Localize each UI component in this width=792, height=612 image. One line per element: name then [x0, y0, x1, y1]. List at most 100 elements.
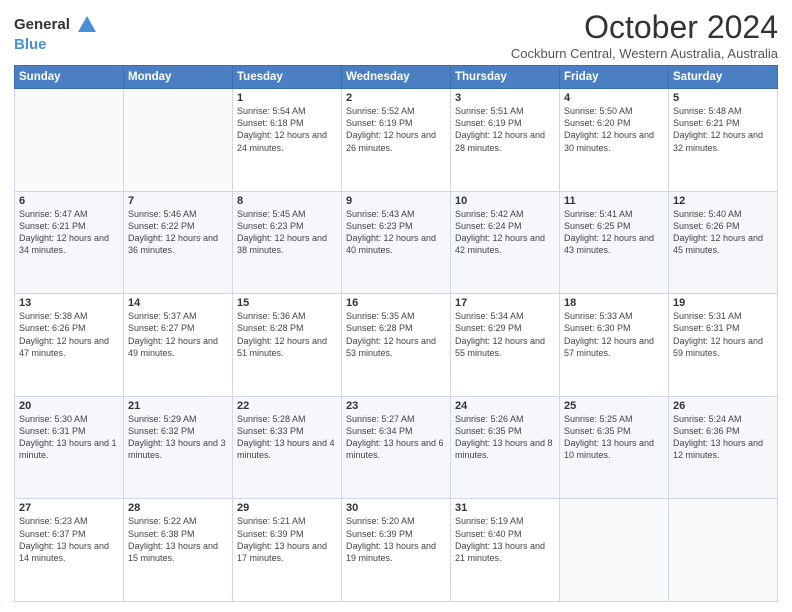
day-number: 16	[346, 297, 446, 309]
day-info: Sunrise: 5:36 AM Sunset: 6:28 PM Dayligh…	[237, 310, 337, 359]
day-info: Sunrise: 5:41 AM Sunset: 6:25 PM Dayligh…	[564, 208, 664, 257]
day-info: Sunrise: 5:33 AM Sunset: 6:30 PM Dayligh…	[564, 310, 664, 359]
day-info: Sunrise: 5:24 AM Sunset: 6:36 PM Dayligh…	[673, 413, 773, 462]
col-header-wednesday: Wednesday	[342, 66, 451, 89]
logo-blue: Blue	[14, 36, 47, 53]
day-info: Sunrise: 5:52 AM Sunset: 6:19 PM Dayligh…	[346, 105, 446, 154]
day-info: Sunrise: 5:51 AM Sunset: 6:19 PM Dayligh…	[455, 105, 555, 154]
day-info: Sunrise: 5:26 AM Sunset: 6:35 PM Dayligh…	[455, 413, 555, 462]
cell-3-6: 26Sunrise: 5:24 AM Sunset: 6:36 PM Dayli…	[669, 396, 778, 499]
cell-2-1: 14Sunrise: 5:37 AM Sunset: 6:27 PM Dayli…	[124, 294, 233, 397]
cell-1-3: 9Sunrise: 5:43 AM Sunset: 6:23 PM Daylig…	[342, 191, 451, 294]
month-title: October 2024	[511, 10, 778, 45]
logo-icon	[76, 14, 98, 36]
week-row-1: 6Sunrise: 5:47 AM Sunset: 6:21 PM Daylig…	[15, 191, 778, 294]
cell-4-3: 30Sunrise: 5:20 AM Sunset: 6:39 PM Dayli…	[342, 499, 451, 602]
cell-4-1: 28Sunrise: 5:22 AM Sunset: 6:38 PM Dayli…	[124, 499, 233, 602]
day-number: 9	[346, 195, 446, 207]
day-number: 7	[128, 195, 228, 207]
cell-1-5: 11Sunrise: 5:41 AM Sunset: 6:25 PM Dayli…	[560, 191, 669, 294]
day-info: Sunrise: 5:46 AM Sunset: 6:22 PM Dayligh…	[128, 208, 228, 257]
day-info: Sunrise: 5:25 AM Sunset: 6:35 PM Dayligh…	[564, 413, 664, 462]
day-number: 3	[455, 92, 555, 104]
day-number: 6	[19, 195, 119, 207]
col-header-monday: Monday	[124, 66, 233, 89]
day-number: 12	[673, 195, 773, 207]
day-number: 22	[237, 400, 337, 412]
day-number: 19	[673, 297, 773, 309]
cell-1-4: 10Sunrise: 5:42 AM Sunset: 6:24 PM Dayli…	[451, 191, 560, 294]
day-number: 24	[455, 400, 555, 412]
cell-0-2: 1Sunrise: 5:54 AM Sunset: 6:18 PM Daylig…	[233, 89, 342, 192]
cell-4-4: 31Sunrise: 5:19 AM Sunset: 6:40 PM Dayli…	[451, 499, 560, 602]
day-number: 27	[19, 502, 119, 514]
day-info: Sunrise: 5:54 AM Sunset: 6:18 PM Dayligh…	[237, 105, 337, 154]
week-row-3: 20Sunrise: 5:30 AM Sunset: 6:31 PM Dayli…	[15, 396, 778, 499]
day-number: 29	[237, 502, 337, 514]
cell-2-6: 19Sunrise: 5:31 AM Sunset: 6:31 PM Dayli…	[669, 294, 778, 397]
day-number: 1	[237, 92, 337, 104]
day-info: Sunrise: 5:38 AM Sunset: 6:26 PM Dayligh…	[19, 310, 119, 359]
header-row: SundayMondayTuesdayWednesdayThursdayFrid…	[15, 66, 778, 89]
cell-2-3: 16Sunrise: 5:35 AM Sunset: 6:28 PM Dayli…	[342, 294, 451, 397]
day-number: 28	[128, 502, 228, 514]
day-info: Sunrise: 5:29 AM Sunset: 6:32 PM Dayligh…	[128, 413, 228, 462]
cell-1-1: 7Sunrise: 5:46 AM Sunset: 6:22 PM Daylig…	[124, 191, 233, 294]
day-info: Sunrise: 5:40 AM Sunset: 6:26 PM Dayligh…	[673, 208, 773, 257]
col-header-saturday: Saturday	[669, 66, 778, 89]
cell-4-0: 27Sunrise: 5:23 AM Sunset: 6:37 PM Dayli…	[15, 499, 124, 602]
cell-4-2: 29Sunrise: 5:21 AM Sunset: 6:39 PM Dayli…	[233, 499, 342, 602]
cell-3-1: 21Sunrise: 5:29 AM Sunset: 6:32 PM Dayli…	[124, 396, 233, 499]
logo-general: General	[14, 16, 70, 33]
logo: General Blue	[14, 14, 98, 54]
cell-3-4: 24Sunrise: 5:26 AM Sunset: 6:35 PM Dayli…	[451, 396, 560, 499]
cell-3-2: 22Sunrise: 5:28 AM Sunset: 6:33 PM Dayli…	[233, 396, 342, 499]
day-number: 13	[19, 297, 119, 309]
day-number: 4	[564, 92, 664, 104]
cell-0-4: 3Sunrise: 5:51 AM Sunset: 6:19 PM Daylig…	[451, 89, 560, 192]
cell-0-5: 4Sunrise: 5:50 AM Sunset: 6:20 PM Daylig…	[560, 89, 669, 192]
day-info: Sunrise: 5:20 AM Sunset: 6:39 PM Dayligh…	[346, 515, 446, 564]
day-number: 2	[346, 92, 446, 104]
cell-4-5	[560, 499, 669, 602]
day-number: 30	[346, 502, 446, 514]
day-number: 15	[237, 297, 337, 309]
day-number: 5	[673, 92, 773, 104]
col-header-tuesday: Tuesday	[233, 66, 342, 89]
cell-2-0: 13Sunrise: 5:38 AM Sunset: 6:26 PM Dayli…	[15, 294, 124, 397]
day-info: Sunrise: 5:22 AM Sunset: 6:38 PM Dayligh…	[128, 515, 228, 564]
cell-0-6: 5Sunrise: 5:48 AM Sunset: 6:21 PM Daylig…	[669, 89, 778, 192]
day-number: 18	[564, 297, 664, 309]
cell-3-0: 20Sunrise: 5:30 AM Sunset: 6:31 PM Dayli…	[15, 396, 124, 499]
header: General Blue October 2024 Cockburn Centr…	[14, 10, 778, 61]
title-block: October 2024 Cockburn Central, Western A…	[511, 10, 778, 61]
col-header-friday: Friday	[560, 66, 669, 89]
cell-1-2: 8Sunrise: 5:45 AM Sunset: 6:23 PM Daylig…	[233, 191, 342, 294]
day-info: Sunrise: 5:30 AM Sunset: 6:31 PM Dayligh…	[19, 413, 119, 462]
cell-2-2: 15Sunrise: 5:36 AM Sunset: 6:28 PM Dayli…	[233, 294, 342, 397]
cell-4-6	[669, 499, 778, 602]
day-number: 10	[455, 195, 555, 207]
day-info: Sunrise: 5:47 AM Sunset: 6:21 PM Dayligh…	[19, 208, 119, 257]
cell-3-5: 25Sunrise: 5:25 AM Sunset: 6:35 PM Dayli…	[560, 396, 669, 499]
day-number: 20	[19, 400, 119, 412]
page: General Blue October 2024 Cockburn Centr…	[0, 0, 792, 612]
cell-1-6: 12Sunrise: 5:40 AM Sunset: 6:26 PM Dayli…	[669, 191, 778, 294]
subtitle: Cockburn Central, Western Australia, Aus…	[511, 46, 778, 61]
calendar-table: SundayMondayTuesdayWednesdayThursdayFrid…	[14, 65, 778, 602]
day-info: Sunrise: 5:42 AM Sunset: 6:24 PM Dayligh…	[455, 208, 555, 257]
day-info: Sunrise: 5:43 AM Sunset: 6:23 PM Dayligh…	[346, 208, 446, 257]
week-row-4: 27Sunrise: 5:23 AM Sunset: 6:37 PM Dayli…	[15, 499, 778, 602]
day-number: 25	[564, 400, 664, 412]
week-row-0: 1Sunrise: 5:54 AM Sunset: 6:18 PM Daylig…	[15, 89, 778, 192]
day-info: Sunrise: 5:21 AM Sunset: 6:39 PM Dayligh…	[237, 515, 337, 564]
day-number: 21	[128, 400, 228, 412]
cell-1-0: 6Sunrise: 5:47 AM Sunset: 6:21 PM Daylig…	[15, 191, 124, 294]
day-info: Sunrise: 5:34 AM Sunset: 6:29 PM Dayligh…	[455, 310, 555, 359]
day-info: Sunrise: 5:31 AM Sunset: 6:31 PM Dayligh…	[673, 310, 773, 359]
day-number: 23	[346, 400, 446, 412]
cell-0-1	[124, 89, 233, 192]
cell-0-3: 2Sunrise: 5:52 AM Sunset: 6:19 PM Daylig…	[342, 89, 451, 192]
col-header-thursday: Thursday	[451, 66, 560, 89]
day-number: 14	[128, 297, 228, 309]
